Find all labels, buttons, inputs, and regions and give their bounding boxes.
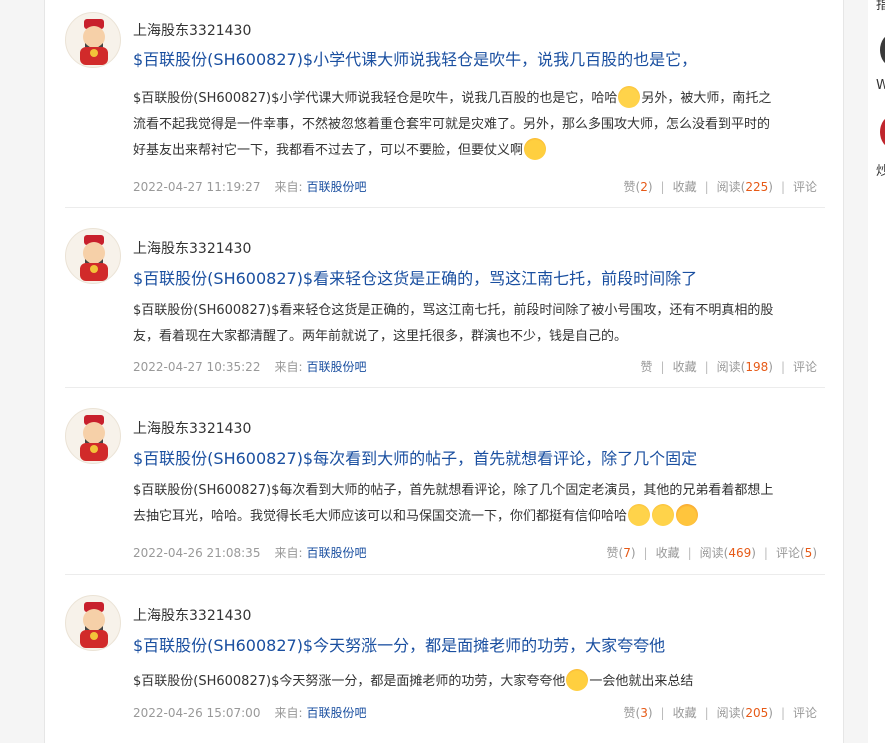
collect-button[interactable]: 收藏	[673, 180, 697, 194]
post-actions: 赞(2) | 收藏 | 阅读(225) | 评论	[623, 180, 818, 194]
comment-button[interactable]: 评论(5)	[776, 546, 817, 560]
collect-button[interactable]: 收藏	[673, 360, 697, 374]
read-count: 阅读(205)	[716, 706, 773, 720]
post-meta: 2022-04-27 11:19:27 来自: 百联股份吧	[133, 178, 367, 195]
like-count: 3	[640, 706, 648, 720]
avatar[interactable]	[65, 595, 121, 651]
avatar[interactable]	[65, 408, 121, 464]
sidebar-text-2: W	[876, 78, 885, 93]
post-item: 上海股东3321430 $百联股份(SH600827)$每次看到大师的帖子，首先…	[65, 388, 825, 575]
post-actions: 赞(3) | 收藏 | 阅读(205) | 评论	[623, 706, 818, 720]
post-list: 上海股东3321430 $百联股份(SH600827)$小学代课大师说我轻仓是吹…	[44, 0, 844, 743]
like-button[interactable]: 赞(3)	[624, 706, 653, 720]
caishen-avatar-icon	[80, 415, 108, 461]
source-link[interactable]: 百联股份吧	[307, 180, 367, 194]
post-title[interactable]: $百联股份(SH600827)$每次看到大师的帖子，首先就想看评论，除了几个固定	[133, 445, 697, 469]
read-count: 阅读(225)	[716, 180, 773, 194]
post-meta: 2022-04-26 15:07:00 来自: 百联股份吧	[133, 704, 367, 721]
collect-button[interactable]: 收藏	[656, 546, 680, 560]
body-text: 一会他就出来总结	[589, 674, 694, 689]
avatar[interactable]	[65, 228, 121, 284]
from-label: 来自:	[274, 360, 303, 374]
source-link[interactable]: 百联股份吧	[307, 546, 367, 560]
username[interactable]: 上海股东3321430	[133, 238, 251, 258]
body-text: $百联股份(SH600827)$每次看到大师的帖子，首先就想看评论，除了几个固定…	[133, 483, 774, 498]
body-text: 友，看着现在大家都清醒了。两年前就说了，这里托很多，群演也不少，钱是自己的。	[133, 329, 628, 344]
right-sidebar: 指 W 炒	[868, 0, 885, 743]
grin-emoji-icon	[652, 503, 675, 526]
post-title[interactable]: $百联股份(SH600827)$小学代课大师说我轻仓是吹牛，说我几百股的也是它，	[133, 46, 697, 70]
body-text: 去抽它耳光，哈哈。我觉得长毛大师应该可以和马保国交流一下，你们都挺有信仰哈哈	[133, 509, 628, 524]
from-label: 来自:	[274, 546, 303, 560]
read-number: 469	[728, 546, 752, 560]
username[interactable]: 上海股东3321430	[133, 605, 251, 625]
source-link[interactable]: 百联股份吧	[307, 706, 367, 720]
like-button[interactable]: 赞(2)	[624, 180, 653, 194]
blush-emoji-icon	[676, 503, 699, 526]
avatar[interactable]	[65, 12, 121, 68]
post-actions: 赞(7) | 收藏 | 阅读(469) | 评论(5)	[606, 546, 817, 560]
sidebar-avatar-1[interactable]	[880, 34, 885, 66]
read-count: 阅读(198)	[716, 360, 773, 374]
wink-emoji-icon	[524, 137, 547, 160]
body-text: 另外，被大师，南托之	[641, 91, 772, 106]
from-label: 来自:	[274, 180, 303, 194]
caishen-avatar-icon	[80, 602, 108, 648]
like-button[interactable]: 赞	[641, 360, 653, 374]
caishen-avatar-icon	[80, 19, 108, 65]
post-body: $百联股份(SH600827)$看来轻仓这货是正确的，骂这江南七托，前段时间除了…	[133, 298, 823, 350]
from-label: 来自:	[274, 706, 303, 720]
like-count: 7	[623, 546, 631, 560]
username[interactable]: 上海股东3321430	[133, 20, 251, 40]
username[interactable]: 上海股东3321430	[133, 418, 251, 438]
post-meta: 2022-04-26 21:08:35 来自: 百联股份吧	[133, 544, 367, 561]
post-item: 上海股东3321430 $百联股份(SH600827)$看来轻仓这货是正确的，骂…	[65, 208, 825, 388]
sidebar-avatar-2[interactable]	[880, 116, 885, 148]
post-item: 上海股东3321430 $百联股份(SH600827)$小学代课大师说我轻仓是吹…	[65, 0, 825, 208]
post-actions: 赞 | 收藏 | 阅读(198) | 评论	[640, 360, 817, 374]
post-title[interactable]: $百联股份(SH600827)$今天努涨一分，都是面摊老师的功劳，大家夸夸他	[133, 632, 665, 656]
wink-emoji-icon	[566, 668, 589, 691]
like-button[interactable]: 赞(7)	[606, 546, 635, 560]
source-link[interactable]: 百联股份吧	[307, 360, 367, 374]
body-text: 好基友出来帮衬它一下，我都看不过去了，可以不要脸，但要仗义啊	[133, 143, 524, 158]
read-number: 205	[745, 706, 769, 720]
post-title[interactable]: $百联股份(SH600827)$看来轻仓这货是正确的，骂这江南七托，前段时间除了	[133, 265, 697, 289]
post-time: 2022-04-27 10:35:22	[133, 360, 261, 374]
body-text: $百联股份(SH600827)$今天努涨一分，都是面摊老师的功劳，大家夸夸他	[133, 674, 566, 689]
like-count: 2	[640, 180, 648, 194]
laugh-tears-emoji-icon	[628, 503, 651, 526]
body-text: $百联股份(SH600827)$看来轻仓这货是正确的，骂这江南七托，前段时间除了…	[133, 303, 774, 318]
body-text: $百联股份(SH600827)$小学代课大师说我轻仓是吹牛，说我几百股的也是它，…	[133, 91, 618, 106]
comment-button[interactable]: 评论	[793, 180, 817, 194]
comment-button[interactable]: 评论	[793, 360, 817, 374]
laugh-tears-emoji-icon	[618, 85, 641, 108]
read-number: 198	[745, 360, 769, 374]
post-body: $百联股份(SH600827)$每次看到大师的帖子，首先就想看评论，除了几个固定…	[133, 478, 823, 530]
post-time: 2022-04-26 21:08:35	[133, 546, 261, 560]
post-body: $百联股份(SH600827)$小学代课大师说我轻仓是吹牛，说我几百股的也是它，…	[133, 85, 823, 164]
post-time: 2022-04-26 15:07:00	[133, 706, 261, 720]
comment-count: 5	[804, 546, 813, 560]
sidebar-text-1: 指	[876, 0, 885, 13]
caishen-avatar-icon	[80, 235, 108, 281]
post-item: 上海股东3321430 $百联股份(SH600827)$今天努涨一分，都是面摊老…	[65, 575, 825, 743]
post-body: $百联股份(SH600827)$今天努涨一分，都是面摊老师的功劳，大家夸夸他 一会…	[133, 668, 823, 695]
read-number: 225	[745, 180, 769, 194]
post-meta: 2022-04-27 10:35:22 来自: 百联股份吧	[133, 358, 367, 375]
comment-button[interactable]: 评论	[793, 706, 817, 720]
body-text: 流看不起我觉得是一件幸事，不然被忽悠着重仓套牢可就是灾难了。另外，那么多围攻大师…	[133, 117, 771, 132]
post-time: 2022-04-27 11:19:27	[133, 180, 261, 194]
sidebar-text-3: 炒	[876, 164, 885, 179]
read-count: 阅读(469)	[699, 546, 756, 560]
collect-button[interactable]: 收藏	[673, 706, 697, 720]
